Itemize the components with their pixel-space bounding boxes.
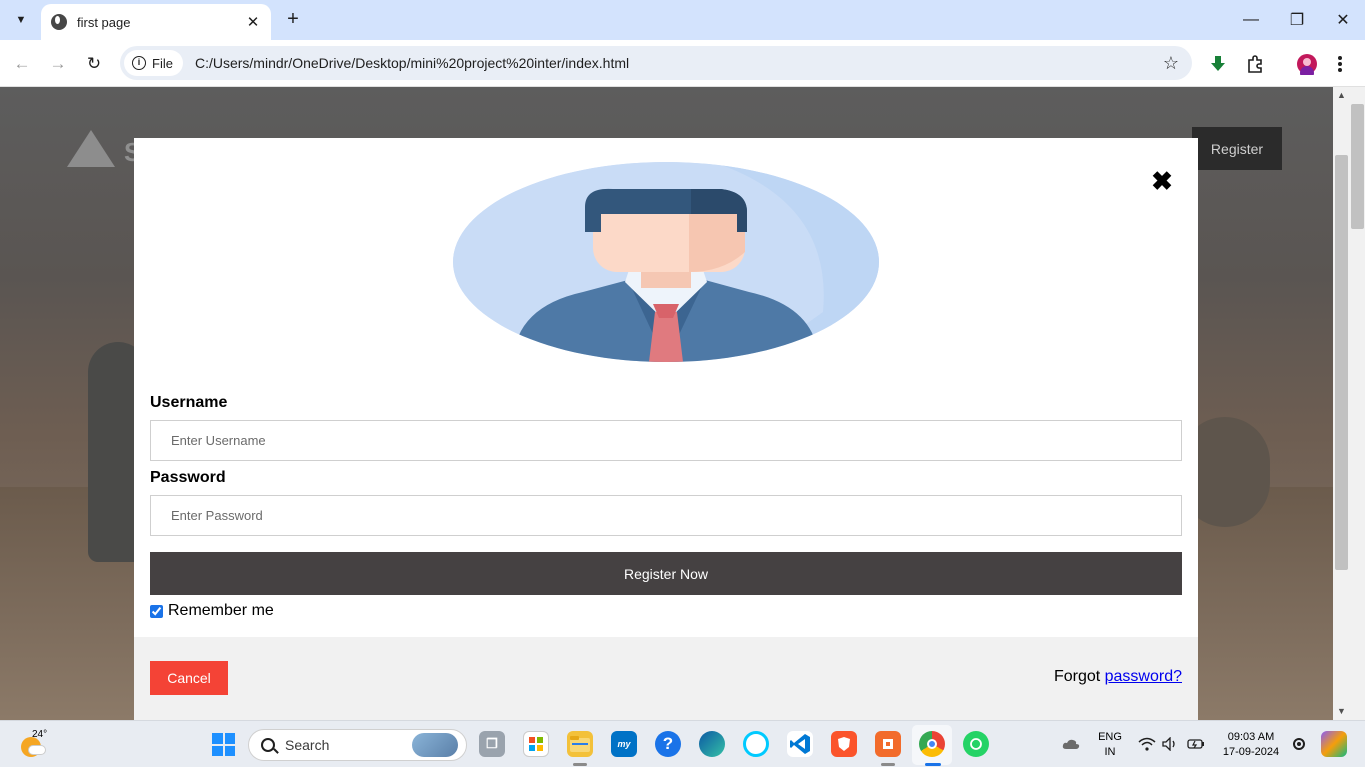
copilot-icon[interactable] bbox=[1321, 731, 1347, 757]
page-viewport: S Register ✖ Username Enter Username Pas… bbox=[0, 87, 1333, 720]
info-icon: i bbox=[132, 56, 146, 70]
register-now-button[interactable]: Register Now bbox=[150, 552, 1182, 595]
browser-toolbar: ← → ↻ i File C:/Users/mindr/OneDrive/Des… bbox=[0, 40, 1365, 87]
forward-button[interactable]: → bbox=[45, 51, 71, 77]
tab-search-button[interactable]: ▼ bbox=[8, 7, 34, 33]
windows-start-icon[interactable] bbox=[212, 733, 235, 756]
remember-me-label: Remember me bbox=[168, 602, 274, 619]
store-icon[interactable] bbox=[523, 731, 549, 757]
search-icon bbox=[261, 738, 275, 752]
language-bottom: IN bbox=[1104, 746, 1116, 758]
globe-icon bbox=[51, 14, 67, 30]
battery-icon[interactable] bbox=[1186, 731, 1206, 757]
reload-button[interactable]: ↻ bbox=[81, 51, 107, 77]
volume-icon[interactable] bbox=[1160, 731, 1180, 757]
tab-close-icon[interactable]: ✕ bbox=[245, 13, 261, 31]
address-bar[interactable]: i File C:/Users/mindr/OneDrive/Desktop/m… bbox=[120, 46, 1192, 80]
scroll-up-arrow[interactable]: ▲ bbox=[1333, 87, 1350, 104]
site-info-chip[interactable]: i File bbox=[124, 50, 183, 76]
password-input[interactable] bbox=[150, 495, 1182, 536]
password-label: Password bbox=[150, 469, 226, 486]
cloud-icon bbox=[28, 745, 46, 755]
alexa-icon[interactable] bbox=[743, 731, 769, 757]
modal-footer: Cancel Forgot password? bbox=[134, 637, 1198, 720]
chrome-active-indicator bbox=[925, 763, 941, 766]
minimize-button[interactable]: — bbox=[1228, 0, 1274, 40]
language-top: ENG bbox=[1098, 731, 1122, 743]
clock-date: 17-09-2024 bbox=[1222, 746, 1280, 758]
scroll-down-arrow[interactable]: ▼ bbox=[1333, 703, 1350, 720]
login-modal: ✖ Username Enter Username Password Regis… bbox=[134, 138, 1198, 720]
search-highlight-image bbox=[412, 733, 458, 757]
new-tab-button[interactable]: + bbox=[282, 8, 304, 30]
browser-tab[interactable]: first page ✕ bbox=[41, 4, 271, 40]
notification-settings-icon[interactable] bbox=[1289, 731, 1309, 757]
task-view-icon[interactable]: ❐ bbox=[479, 731, 505, 757]
download-icon[interactable] bbox=[1206, 52, 1230, 76]
chevron-down-icon: ▼ bbox=[15, 14, 27, 26]
scroll-thumb[interactable] bbox=[1335, 155, 1348, 570]
page-scrollbar[interactable]: ▲ ▼ bbox=[1333, 87, 1350, 720]
edge-icon[interactable] bbox=[699, 731, 725, 757]
vscode-icon[interactable] bbox=[787, 731, 813, 757]
whatsapp-icon[interactable] bbox=[963, 731, 989, 757]
restore-button[interactable]: ❐ bbox=[1274, 0, 1320, 40]
site-logo-icon bbox=[67, 130, 115, 167]
myhp-icon[interactable]: my bbox=[611, 731, 637, 757]
bookmark-star-icon[interactable]: ☆ bbox=[1156, 53, 1186, 74]
cancel-button[interactable]: Cancel bbox=[150, 661, 228, 695]
nav-register-button[interactable]: Register bbox=[1192, 127, 1282, 170]
taskbar-search[interactable]: Search bbox=[248, 729, 467, 761]
clock-time: 09:03 AM bbox=[1227, 731, 1275, 743]
user-avatar-image bbox=[453, 162, 879, 362]
outer-scrollbar[interactable] bbox=[1350, 87, 1365, 720]
username-input[interactable] bbox=[150, 420, 1182, 461]
modal-close-icon[interactable]: ✖ bbox=[1150, 168, 1174, 194]
window-close-button[interactable]: ✕ bbox=[1320, 0, 1365, 40]
file-explorer-icon[interactable] bbox=[567, 731, 593, 757]
tab-strip: ▼ first page ✕ + — ❐ ✕ bbox=[0, 0, 1365, 40]
wifi-icon[interactable] bbox=[1137, 731, 1157, 757]
weather-widget[interactable]: 24° bbox=[18, 729, 48, 759]
remember-me-checkbox-row[interactable]: Remember me bbox=[150, 602, 274, 620]
orange-app-icon[interactable] bbox=[875, 731, 901, 757]
onedrive-icon[interactable] bbox=[1061, 731, 1081, 757]
url-text[interactable]: C:/Users/mindr/OneDrive/Desktop/mini%20p… bbox=[195, 55, 1156, 71]
username-label: Username bbox=[150, 394, 228, 411]
brave-icon[interactable] bbox=[831, 731, 857, 757]
forgot-password-text: Forgot password? bbox=[1054, 668, 1182, 686]
orange-app-running-indicator bbox=[881, 763, 895, 766]
profile-avatar[interactable] bbox=[1295, 52, 1319, 76]
outer-scroll-thumb[interactable] bbox=[1351, 104, 1364, 229]
language-indicator[interactable]: ENG IN bbox=[1094, 730, 1126, 760]
clock[interactable]: 09:03 AM 17-09-2024 bbox=[1216, 730, 1286, 760]
forgot-password-link[interactable]: password? bbox=[1105, 668, 1182, 685]
tab-title: first page bbox=[77, 14, 131, 30]
forgot-prefix: Forgot bbox=[1053, 668, 1105, 685]
help-icon[interactable]: ? bbox=[655, 731, 681, 757]
chip-label: File bbox=[152, 55, 173, 71]
explorer-running-indicator bbox=[573, 763, 587, 766]
temperature-text: 24° bbox=[32, 729, 48, 740]
windows-taskbar: 24° Search ❐ my ? ENG IN 09:03 AM 17-09-… bbox=[0, 720, 1365, 767]
kebab-menu-icon[interactable] bbox=[1328, 52, 1352, 76]
taskbar-search-text: Search bbox=[285, 737, 330, 753]
back-button[interactable]: ← bbox=[9, 51, 35, 77]
extensions-icon[interactable] bbox=[1243, 52, 1267, 76]
remember-me-checkbox[interactable] bbox=[150, 604, 163, 618]
chrome-icon[interactable] bbox=[919, 731, 945, 757]
